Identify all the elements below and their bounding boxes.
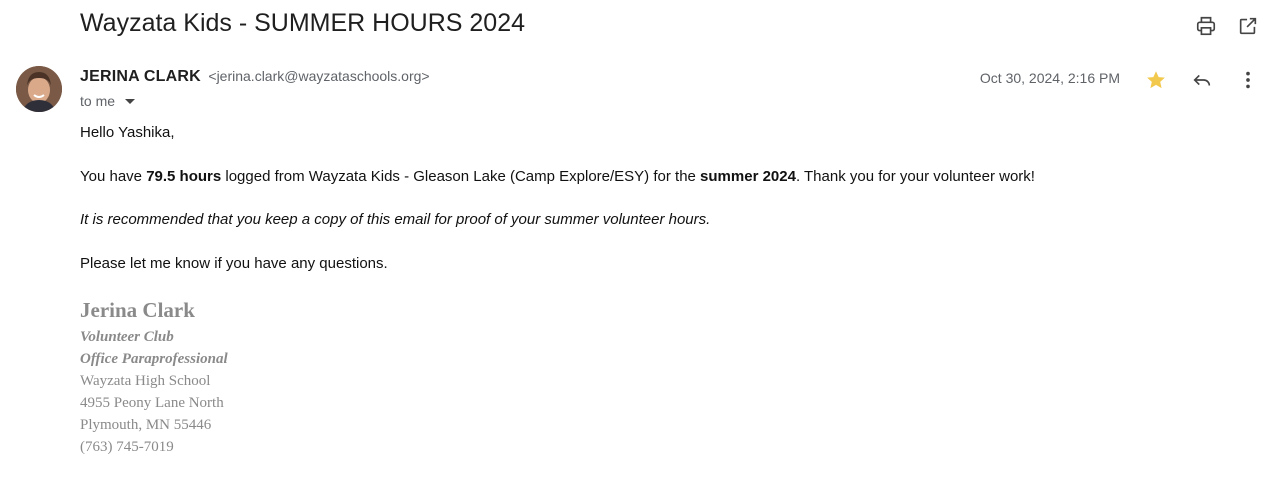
email-subject: Wayzata Kids - SUMMER HOURS 2024 [80,9,526,37]
signature-phone: (763) 745-7019 [80,439,174,455]
text: . Thank you for your volunteer work! [795,168,1035,185]
signature-role: Volunteer Club [80,329,174,345]
signature-street: 4955 Peony Lane North [80,395,224,411]
sender-email: <jerina.clark@wayzataschools.org> [208,68,430,84]
thread-actions [1194,14,1260,38]
signature-school: Wayzata High School [80,373,211,389]
signature-city: Plymouth, MN 55446 [80,417,212,433]
text: logged from Wayzata Kids - Gleason Lake … [221,168,701,185]
more-vertical-icon[interactable] [1236,68,1260,92]
message-actions [1144,68,1260,92]
body-paragraph-questions: Please let me know if you have any quest… [80,255,388,272]
signature-title: Office Paraprofessional [80,351,228,367]
sender-name[interactable]: JERINA CLARK [80,68,201,85]
reply-icon[interactable] [1190,68,1214,92]
star-icon[interactable] [1144,68,1168,92]
signature-name: Jerina Clark [80,298,195,322]
text: You have [80,168,147,185]
recipient-label: to me [80,93,116,109]
sender-line: JERINA CLARK <jerina.clark@wayzataschool… [80,68,430,86]
email-date: Oct 30, 2024, 2:16 PM [979,70,1120,86]
open-in-new-window-icon[interactable] [1236,14,1260,38]
print-icon[interactable] [1194,14,1218,38]
season: summer 2024 [700,168,796,185]
body-paragraph-note: It is recommended that you keep a copy o… [80,211,711,228]
greeting: Hello Yashika, [80,124,175,141]
avatar[interactable] [16,66,62,112]
chevron-down-icon [125,98,136,104]
recipient-toggle[interactable]: to me [80,93,136,109]
body-paragraph-hours: You have 79.5 hours logged from Wayzata … [80,168,1035,185]
hours-count: 79.5 hours [146,168,222,185]
